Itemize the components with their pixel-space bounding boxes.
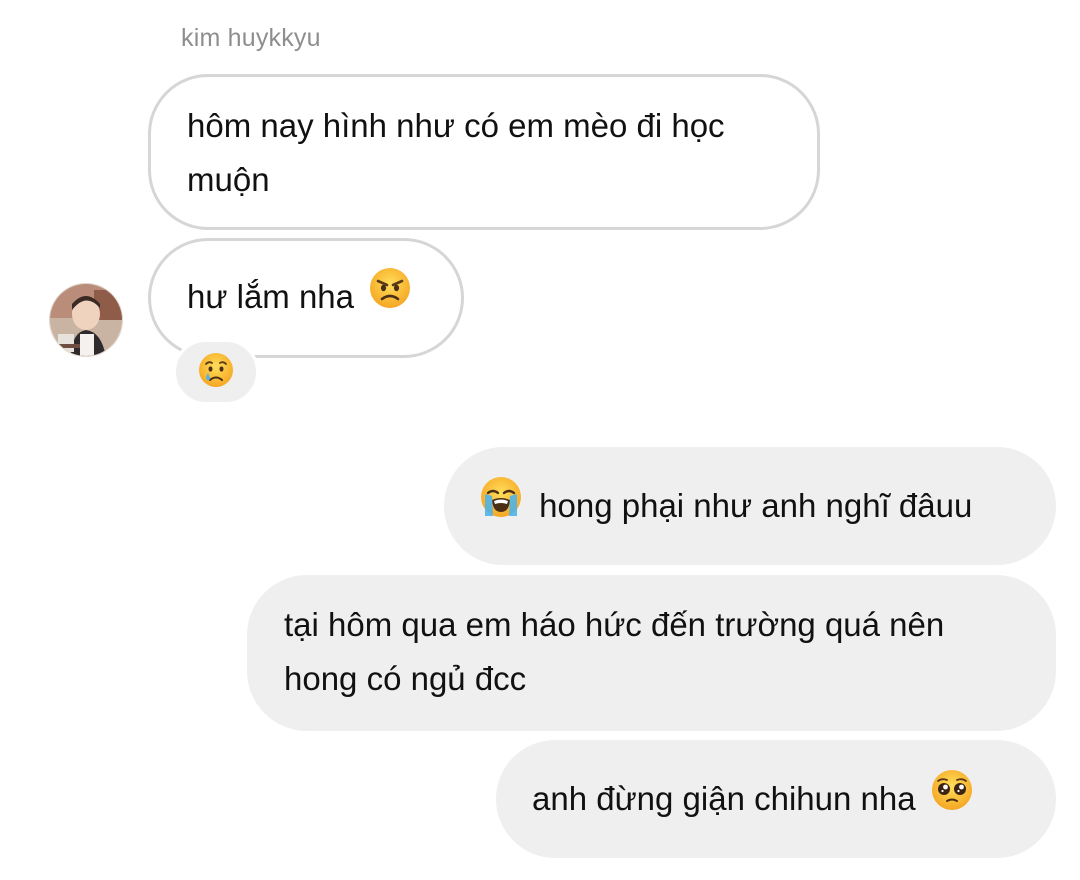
incoming-message-bubble[interactable]: hôm nay hình như có em mèo đi học muộn [148,74,820,230]
sender-name: kim huykkyu [181,24,321,52]
message-text: anh đừng giận chihun nha [532,780,916,817]
pleading-face-icon [931,769,973,827]
avatar[interactable] [49,283,123,357]
message-text: tại hôm qua em háo hức đến trường quá nê… [284,606,945,697]
message-text: hôm nay hình như có em mèo đi học muộn [187,107,725,198]
reaction-badge[interactable] [173,339,259,405]
loudly-crying-face-icon [480,476,522,534]
outgoing-message-bubble[interactable]: hong phại như anh nghĩ đâuu [444,447,1056,565]
angry-face-icon [369,267,411,325]
crying-face-icon [198,352,234,393]
outgoing-message-bubble[interactable]: tại hôm qua em háo hức đến trường quá nê… [247,575,1056,731]
message-text: hư lắm nha [187,278,355,315]
message-text: hong phại như anh nghĩ đâuu [539,487,973,524]
outgoing-message-bubble[interactable]: anh đừng giận chihun nha [496,740,1056,858]
